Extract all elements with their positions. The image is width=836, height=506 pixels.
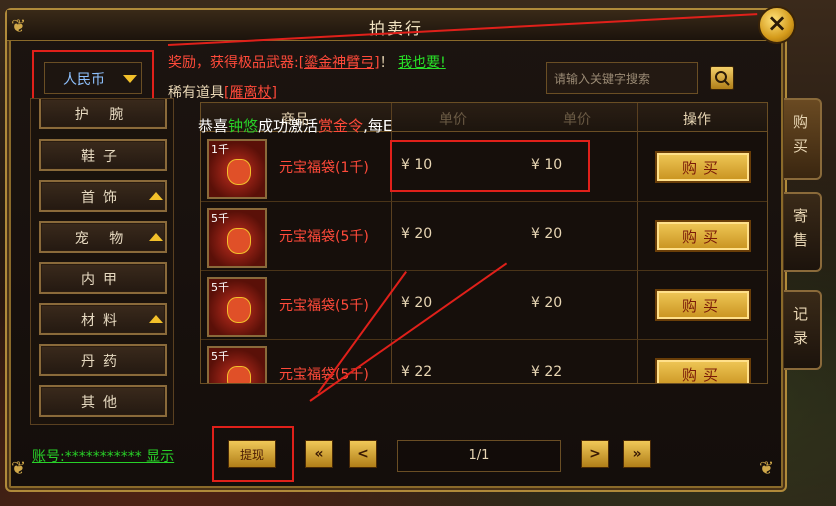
header-price: 单价 — [439, 112, 467, 128]
category-label: 首饰 — [81, 190, 125, 206]
highlight-box — [212, 426, 294, 482]
ornament-icon: ❦ — [11, 458, 27, 479]
announcement-suffix: ！ — [379, 55, 394, 71]
page-number: 1/1 — [468, 448, 490, 463]
buy-label: 购买 — [681, 297, 724, 315]
lucky-bag-icon — [227, 297, 251, 323]
prev-page-button[interactable]: < — [349, 440, 377, 468]
announcement-line-1: 奖励，获得极品武器:[鎏金神臂弓]！ 我也要! — [168, 52, 446, 72]
item-qty: 5千 — [211, 350, 229, 363]
item-link[interactable]: [雁离杖] — [224, 85, 277, 101]
notice-player: 钟悠 — [228, 117, 259, 135]
announcement-text: 奖励，获得极品武器: — [168, 55, 299, 71]
item-thumbnail: 5千 — [207, 346, 267, 383]
system-notice: 恭喜钟悠成功激活赏金令,每E — [198, 115, 392, 136]
buy-button[interactable]: 购买 — [655, 151, 751, 183]
search-button[interactable] — [710, 66, 734, 90]
announcement-text: 稀有道具 — [168, 85, 224, 101]
item-thumbnail: 5千 — [207, 208, 267, 268]
item-thumbnail: 5千 — [207, 277, 267, 337]
tab-label: 寄售 — [793, 207, 809, 249]
search-icon — [715, 71, 730, 86]
tab-records[interactable]: 记录 — [784, 290, 822, 370]
tab-consign[interactable]: 寄售 — [784, 192, 822, 272]
table-row[interactable]: 5千 元宝福袋(5千) ¥ 20 ¥ 20 购买 — [201, 271, 767, 340]
item-qty: 5千 — [211, 281, 229, 294]
category-item[interactable]: 护 腕 — [39, 99, 167, 129]
expand-icon — [149, 233, 163, 241]
category-label: 其他 — [81, 395, 125, 411]
category-label: 丹药 — [81, 354, 125, 370]
expand-icon — [149, 192, 163, 200]
account-info[interactable]: 账号:*********** 显示 — [32, 446, 174, 466]
category-item[interactable]: 首饰 — [39, 180, 167, 212]
item-unit-price: ¥ 20 — [531, 226, 563, 242]
first-page-button[interactable]: « — [305, 440, 333, 468]
close-icon[interactable]: × — [758, 6, 796, 44]
item-unit-price: ¥ 20 — [531, 295, 563, 311]
notice-text: ,每E — [363, 117, 393, 135]
item-name: 元宝福袋(1千) — [279, 160, 369, 176]
lucky-bag-icon — [227, 228, 251, 254]
category-item[interactable]: 内甲 — [39, 262, 167, 294]
tab-buy[interactable]: 购买 — [784, 98, 822, 180]
highlight-box — [390, 140, 590, 192]
category-item[interactable]: 材料 — [39, 303, 167, 335]
category-label: 宠 物 — [74, 231, 132, 247]
ornament-icon: ❦ — [11, 16, 27, 37]
lucky-bag-icon — [227, 366, 251, 383]
category-sidebar: 护 腕 鞋子 首饰 宠 物 内甲 材料 丹药 其他 — [30, 98, 174, 425]
notice-item: 赏金令 — [318, 117, 364, 135]
item-price: ¥ 22 — [401, 364, 433, 380]
search-placeholder: 请输入关键字搜索 — [554, 72, 651, 86]
next-page-button[interactable]: > — [581, 440, 609, 468]
table-row[interactable]: 5千 元宝福袋(5千) ¥ 22 ¥ 22 购买 — [201, 340, 767, 384]
item-qty: 5千 — [211, 212, 229, 225]
item-name: 元宝福袋(5千) — [279, 298, 369, 314]
category-label: 鞋子 — [81, 149, 125, 165]
item-price: ¥ 20 — [401, 226, 433, 242]
buy-button[interactable]: 购买 — [655, 358, 751, 384]
table-row[interactable]: 5千 元宝福袋(5千) ¥ 20 ¥ 20 购买 — [201, 202, 767, 271]
header-action: 操作 — [683, 112, 711, 128]
search-input[interactable]: 请输入关键字搜索 — [546, 62, 698, 94]
buy-label: 购买 — [681, 228, 724, 246]
item-name: 元宝福袋(5千) — [279, 229, 369, 245]
page-indicator: 1/1 — [397, 440, 561, 472]
item-unit-price: ¥ 22 — [531, 364, 563, 380]
title-bar: 拍卖行 — [7, 10, 785, 41]
tab-label: 记录 — [793, 305, 809, 347]
last-page-button[interactable]: » — [623, 440, 651, 468]
buy-label: 购买 — [681, 366, 724, 384]
announcement-line-2: 稀有道具[雁离杖] — [168, 82, 277, 102]
notice-text: 恭喜 — [198, 117, 229, 135]
category-label: 内甲 — [81, 272, 125, 288]
item-link[interactable]: [鎏金神臂弓] — [299, 55, 380, 71]
category-item[interactable]: 其他 — [39, 385, 167, 417]
expand-icon — [149, 315, 163, 323]
want-link[interactable]: 我也要! — [398, 55, 446, 71]
tab-label: 购买 — [793, 113, 809, 155]
buy-button[interactable]: 购买 — [655, 220, 751, 252]
category-item[interactable]: 鞋子 — [39, 139, 167, 171]
buy-button[interactable]: 购买 — [655, 289, 751, 321]
category-item[interactable]: 丹药 — [39, 344, 167, 376]
buy-label: 购买 — [681, 159, 724, 177]
highlight-box — [32, 50, 154, 104]
category-label: 护 腕 — [74, 107, 132, 123]
item-qty: 1千 — [211, 143, 229, 156]
item-thumbnail: 1千 — [207, 139, 267, 199]
item-price: ¥ 20 — [401, 295, 433, 311]
category-label: 材料 — [81, 313, 125, 329]
lucky-bag-icon — [227, 159, 251, 185]
ornament-icon: ❦ — [759, 458, 775, 479]
header-unit-price: 单价 — [563, 112, 591, 128]
notice-text: 成功激活 — [258, 117, 319, 135]
category-item[interactable]: 宠 物 — [39, 221, 167, 253]
